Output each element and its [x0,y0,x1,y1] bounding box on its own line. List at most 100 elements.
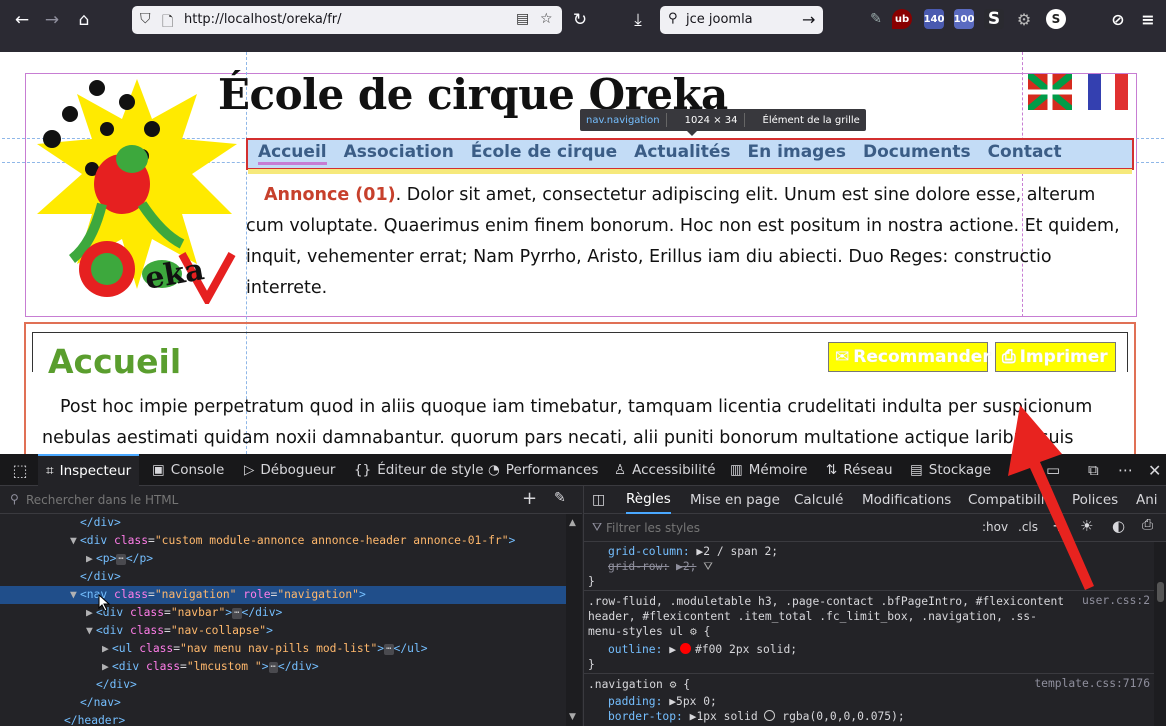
dock-icon[interactable]: ⧉ [1088,454,1099,486]
extension-badge-icon[interactable]: 140 [924,9,944,29]
basque-flag-icon[interactable] [1028,74,1072,110]
bookmark-star-icon[interactable]: ☆ [540,11,553,27]
tab-calcule[interactable]: Calculé [794,486,844,514]
dom-twisty[interactable]: ▼ [70,532,80,550]
rule-gear-icon[interactable]: ⚙ [690,625,697,638]
nav-item-contact[interactable]: Contact [988,142,1062,165]
s-circle-extension-icon[interactable]: S [1046,9,1066,29]
dom-twisty[interactable]: ▼ [86,622,96,640]
tab-stockage[interactable]: ▤ Stockage [910,454,991,486]
css-rule3-source[interactable]: template.css:7176 [1034,677,1150,690]
nav-item-images[interactable]: En images [748,142,846,165]
french-flag-icon[interactable] [1086,74,1130,110]
tab-console[interactable]: ▣ Console [152,454,224,486]
dom-node[interactable]: ▼ <div class="nav-collapse"> [0,622,566,640]
dom-twisty[interactable]: ▶ [86,550,96,568]
dom-node[interactable]: ▶ <div class="navbar"> ⋯ </div> [0,604,566,622]
light-mode-icon[interactable]: ☀ [1080,517,1093,535]
collapsed-content-icon[interactable]: ⋯ [268,661,278,673]
css-decl-padding[interactable]: padding: ▶5px 0; [608,694,717,709]
search-go-icon[interactable]: → [802,10,815,29]
tab-editeur-style[interactable]: {} Éditeur de style [354,454,484,486]
dom-twisty[interactable]: ▼ [70,586,80,604]
forward-icon[interactable]: → [38,7,66,33]
sidebar-toggle-icon[interactable]: ◫ [592,486,605,514]
dom-node[interactable]: ▶ <ul class="nav menu nav-pills mod-list"… [0,640,566,658]
tab-memoire[interactable]: ▥ Mémoire [730,454,807,486]
eyedropper-icon[interactable]: ✎ [554,490,566,506]
dom-node[interactable]: ▼ <div class="custom module-annonce annon… [0,532,566,550]
css-rule2-selector-1[interactable]: .row-fluid, .moduletable h3, .page-conta… [588,594,1064,609]
gear-extension-icon[interactable]: ⚙ [1014,9,1034,29]
menu-icon[interactable]: ≡ [1138,9,1158,29]
dom-twisty[interactable]: ▶ [102,658,112,676]
dom-node[interactable]: </div> [0,514,566,532]
tab-reseau[interactable]: ⇅ Réseau [826,454,893,486]
downloads-icon[interactable]: ⤓ [624,7,652,33]
back-icon[interactable]: ← [8,7,36,33]
home-icon[interactable]: ⌂ [70,7,98,33]
dom-node[interactable]: ▶ <div class="lmcustom "> ⋯ </div> [0,658,566,676]
reader-view-icon[interactable]: ▤ [516,11,529,27]
rgba-swatch-icon[interactable] [764,710,776,721]
nav-item-accueil[interactable]: Accueil [258,142,327,165]
tab-compatibilite[interactable]: Compatibili [968,486,1045,514]
tab-debogueur[interactable]: ▷ Débogueur [244,454,335,486]
dom-node[interactable]: </header> [0,712,566,726]
s-extension-icon[interactable]: S [984,9,1004,29]
filter-rule-icon[interactable]: ⛛ [703,560,713,573]
css-decl-grid-column[interactable]: grid-column: ▶2 / span 2; [608,544,778,559]
collapsed-content-icon[interactable]: ⋯ [384,643,394,655]
nav-item-ecole[interactable]: École de cirque [471,142,617,165]
rule3-gear-icon[interactable]: ⚙ [670,678,677,691]
pin-extension-icon[interactable]: ✎ [866,9,886,29]
css-decl-grid-row[interactable]: grid-row: ▶2; ⛛ [608,559,713,574]
extension-badge-icon-2[interactable]: 100 [954,9,974,29]
recommend-button[interactable]: ✉ Recommander [828,342,991,372]
nav-item-association[interactable]: Association [344,142,454,165]
tab-performances[interactable]: ◔ Performances [488,454,598,486]
dom-tree[interactable]: </div> ▼ <div class="custom module-annonce… [0,514,566,726]
more-options-icon[interactable]: ⋯ [1118,454,1133,486]
dom-node[interactable]: </div> [0,676,566,694]
css-decl-outline[interactable]: outline: ▶ #f00 2px solid; [608,642,797,657]
red-swatch-icon[interactable] [680,643,692,654]
add-node-icon[interactable]: + [522,488,537,509]
dom-twisty[interactable]: ▶ [86,604,96,622]
tab-accessibilite[interactable]: ♙ Accessibilité [614,454,716,486]
close-devtools-icon[interactable]: ✕ [1148,454,1161,486]
collapsed-content-icon[interactable]: ⋯ [116,553,126,565]
responsive-icon[interactable]: ▭ [1046,454,1060,486]
dom-node[interactable]: </div> [0,568,566,586]
hov-button[interactable]: :hov [982,520,1008,534]
print-button[interactable]: ⎙ Imprimer [995,342,1116,372]
nav-item-documents[interactable]: Documents [863,142,971,165]
css-rule2-selector-2[interactable]: header, #flexicontent .item_total .fc_li… [588,609,1037,624]
dark-mode-icon[interactable]: ◐ [1112,517,1125,535]
css-decl-border-top[interactable]: border-top: ▶1px solid rgba(0,0,0,0.075)… [608,709,905,724]
nav-item-actualites[interactable]: Actualités [634,142,730,165]
search-bar[interactable]: ⚲ jce joomla → [660,6,823,34]
tab-mise-en-page[interactable]: Mise en page [690,486,780,514]
dom-node-selected[interactable]: ▼ <nav class="navigation" role="navigatio… [0,586,566,604]
css-rule3-selector[interactable]: .navigation ⚙ { [588,677,690,692]
print-media-icon[interactable]: ⎙ [1142,517,1153,533]
tab-modifications[interactable]: Modifications [862,486,951,514]
block-icon[interactable]: ⊘ [1108,9,1128,29]
reload-icon[interactable]: ↻ [566,7,594,33]
add-rule-icon[interactable]: + [1052,516,1065,535]
collapsed-content-icon[interactable]: ⋯ [232,607,242,619]
tab-animations[interactable]: Ani [1136,486,1158,514]
html-scrollbar[interactable]: ▲ ▼ [566,514,582,726]
tab-polices[interactable]: Polices [1072,486,1118,514]
shield-icon[interactable]: ⛉ [140,11,151,27]
ublock-icon[interactable]: ub [892,9,912,29]
url-bar[interactable]: ⛉ 🗋 http://localhost/oreka/fr/ ▤ ☆ [132,6,562,34]
css-rule2-selector-3[interactable]: menu-styles ul ⚙ { [588,624,710,639]
dom-twisty[interactable]: ▶ [102,640,112,658]
dom-node[interactable]: </nav> [0,694,566,712]
rules-scrollbar[interactable] [1154,542,1166,726]
css-rules[interactable]: grid-column: ▶2 / span 2; grid-row: ▶2; … [584,542,1154,726]
page-icon[interactable]: 🗋 [162,11,173,35]
element-picker-icon[interactable]: ⬚ [6,454,34,486]
